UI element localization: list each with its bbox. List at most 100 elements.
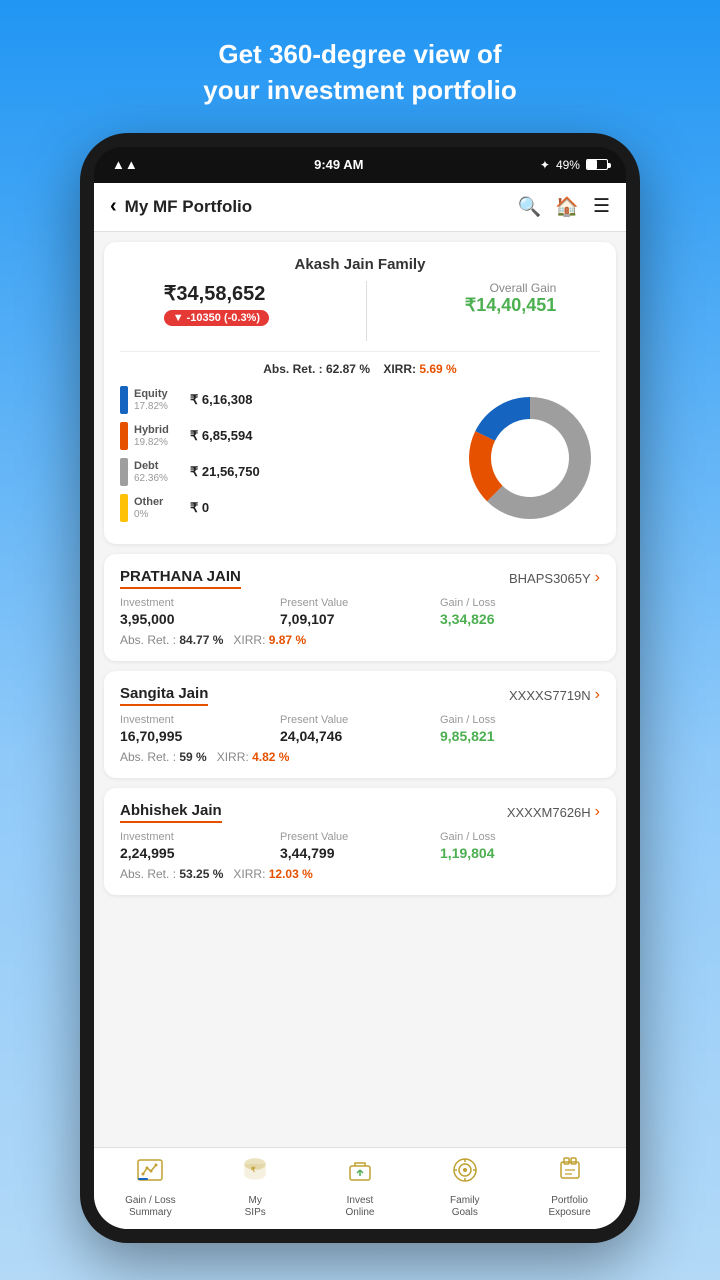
invest-online-icon — [346, 1156, 374, 1191]
breakdown-hybrid: Hybrid 19.82% ₹ 6,85,594 — [120, 422, 460, 450]
status-bar: ▲▲ 9:49 AM ✦ 49% — [94, 147, 626, 183]
breakdown-equity: Equity 17.82% ₹ 6,16,308 — [120, 386, 460, 414]
abs-ret-row-abhishek: Abs. Ret. : 53.25 % XIRR: 12.03 % — [120, 867, 600, 881]
bluetooth-icon: ✦ — [540, 158, 550, 172]
gain-loss-label-s: Gain / Loss — [440, 714, 600, 726]
overall-gain-amount: ₹14,40,451 — [465, 295, 557, 316]
xirr-label: XIRR: — [383, 362, 416, 376]
family-goals-icon — [451, 1156, 479, 1191]
present-value-col-a: Present Value 3,44,799 — [280, 831, 440, 861]
hybrid-label: Hybrid 19.82% — [134, 424, 184, 448]
donut-chart — [460, 388, 600, 528]
equity-amount: ₹ 6,16,308 — [190, 392, 253, 408]
member-card-abhishek: Abhishek Jain XXXXM7626H › Investment 2,… — [104, 788, 616, 895]
app-header: ‹ My MF Portfolio 🔍 🏠 ☰ — [94, 183, 626, 232]
member-stats-sangita: Investment 16,70,995 Present Value 24,04… — [120, 714, 600, 744]
nav-gain-loss[interactable]: Gain / LossSummary — [120, 1156, 180, 1219]
page-title: My MF Portfolio — [125, 197, 252, 217]
status-time: 9:49 AM — [314, 157, 363, 172]
investment-col: Investment 3,95,000 — [120, 597, 280, 627]
hero-line2: your investment portfolio — [203, 75, 516, 105]
member-id-abhishek[interactable]: XXXXM7626H › — [507, 803, 600, 821]
member-id-sangita[interactable]: XXXXS7719N › — [509, 686, 600, 704]
equity-label: Equity 17.82% — [134, 388, 184, 412]
xirr-value: 5.69 % — [419, 362, 456, 376]
nav-invest-online[interactable]: InvestOnline — [330, 1156, 390, 1219]
gain-loss-label-a: Gain / Loss — [440, 831, 600, 843]
sips-icon: ₹ — [241, 1156, 269, 1191]
other-label: Other 0% — [134, 496, 184, 520]
nav-portfolio-exposure[interactable]: PortfolioExposure — [540, 1156, 600, 1219]
hybrid-dot — [120, 422, 128, 450]
gain-loss-label: Gain / Loss — [440, 597, 600, 609]
back-button[interactable]: ‹ — [110, 195, 117, 218]
abs-ret-row: Abs. Ret. : 62.87 % XIRR: 5.69 % — [120, 362, 600, 376]
bottom-nav: Gain / LossSummary ₹ MySIPs — [94, 1147, 626, 1229]
wifi-icon: ▲▲ — [112, 157, 138, 172]
breakdown-other: Other 0% ₹ 0 — [120, 494, 460, 522]
header-icons: 🔍 🏠 ☰ — [518, 195, 610, 219]
abs-ret-label: Abs. Ret. : — [263, 362, 322, 376]
menu-icon[interactable]: ☰ — [593, 195, 610, 218]
investment-label: Investment — [120, 597, 280, 609]
equity-dot — [120, 386, 128, 414]
breakdown-debt: Debt 62.36% ₹ 21,56,750 — [120, 458, 460, 486]
gain-loss-col: Gain / Loss 3,34,826 — [440, 597, 600, 627]
portfolio-breakdown: Equity 17.82% ₹ 6,16,308 Hybrid 19.82% — [120, 386, 600, 530]
member-id-prathana[interactable]: BHAPS3065Y › — [509, 569, 600, 587]
search-icon[interactable]: 🔍 — [518, 195, 542, 219]
back-title: ‹ My MF Portfolio — [110, 195, 252, 218]
member-card-prathana: PRATHANA JAIN BHAPS3065Y › Investment 3,… — [104, 554, 616, 661]
scroll-padding — [104, 905, 616, 915]
portfolio-exposure-label: PortfolioExposure — [548, 1195, 590, 1219]
gain-loss-col-a: Gain / Loss 1,19,804 — [440, 831, 600, 861]
change-badge: ▼ -10350 (-0.3%) — [164, 310, 269, 326]
member-stats-prathana: Investment 3,95,000 Present Value 7,09,1… — [120, 597, 600, 627]
gain-loss-value-s: 9,85,821 — [440, 728, 600, 744]
invest-online-label: InvestOnline — [346, 1195, 375, 1219]
abs-ret-value: 62.87 % — [326, 362, 370, 376]
portfolio-summary-card: Akash Jain Family ₹34,58,652 ▼ -10350 (-… — [104, 242, 616, 544]
hybrid-amount: ₹ 6,85,594 — [190, 428, 253, 444]
investment-value-a: 2,24,995 — [120, 845, 280, 861]
abs-ret-row-sangita: Abs. Ret. : 59 % XIRR: 4.82 % — [120, 750, 600, 764]
present-value-label-a: Present Value — [280, 831, 440, 843]
battery-level: 49% — [556, 158, 580, 172]
gain-loss-icon — [136, 1156, 164, 1191]
debt-dot — [120, 458, 128, 486]
sips-label: MySIPs — [245, 1195, 266, 1219]
gain-loss-value-a: 1,19,804 — [440, 845, 600, 861]
member-card-sangita: Sangita Jain XXXXS7719N › Investment 16,… — [104, 671, 616, 778]
present-value-col-s: Present Value 24,04,746 — [280, 714, 440, 744]
member-header-sangita: Sangita Jain XXXXS7719N › — [120, 685, 600, 706]
total-value: ₹34,58,652 — [164, 281, 269, 306]
divider — [366, 281, 367, 341]
debt-label: Debt 62.36% — [134, 460, 184, 484]
member-name-prathana[interactable]: PRATHANA JAIN — [120, 568, 241, 589]
investment-col-s: Investment 16,70,995 — [120, 714, 280, 744]
svg-text:₹: ₹ — [251, 1166, 256, 1174]
member-header-prathana: PRATHANA JAIN BHAPS3065Y › — [120, 568, 600, 589]
hero-line1: Get 360-degree view of — [218, 39, 501, 69]
family-goals-label: FamilyGoals — [450, 1195, 479, 1219]
nav-family-goals[interactable]: FamilyGoals — [435, 1156, 495, 1219]
family-name: Akash Jain Family — [120, 256, 600, 273]
gain-loss-value: 3,34,826 — [440, 611, 600, 627]
overall-gain-label: Overall Gain — [465, 281, 557, 295]
status-right: ✦ 49% — [540, 158, 608, 172]
present-value: 7,09,107 — [280, 611, 440, 627]
investment-value-s: 16,70,995 — [120, 728, 280, 744]
investment-label-s: Investment — [120, 714, 280, 726]
present-value-a: 3,44,799 — [280, 845, 440, 861]
portfolio-top: ₹34,58,652 ▼ -10350 (-0.3%) Overall Gain… — [120, 281, 600, 352]
other-dot — [120, 494, 128, 522]
home-icon[interactable]: 🏠 — [555, 195, 579, 219]
investment-label-a: Investment — [120, 831, 280, 843]
other-amount: ₹ 0 — [190, 500, 209, 516]
gain-loss-label: Gain / LossSummary — [125, 1195, 176, 1219]
scroll-area: Akash Jain Family ₹34,58,652 ▼ -10350 (-… — [94, 232, 626, 1147]
nav-sips[interactable]: ₹ MySIPs — [225, 1156, 285, 1219]
portfolio-right: Overall Gain ₹14,40,451 — [465, 281, 557, 316]
member-name-abhishek[interactable]: Abhishek Jain — [120, 802, 222, 823]
member-name-sangita[interactable]: Sangita Jain — [120, 685, 208, 706]
